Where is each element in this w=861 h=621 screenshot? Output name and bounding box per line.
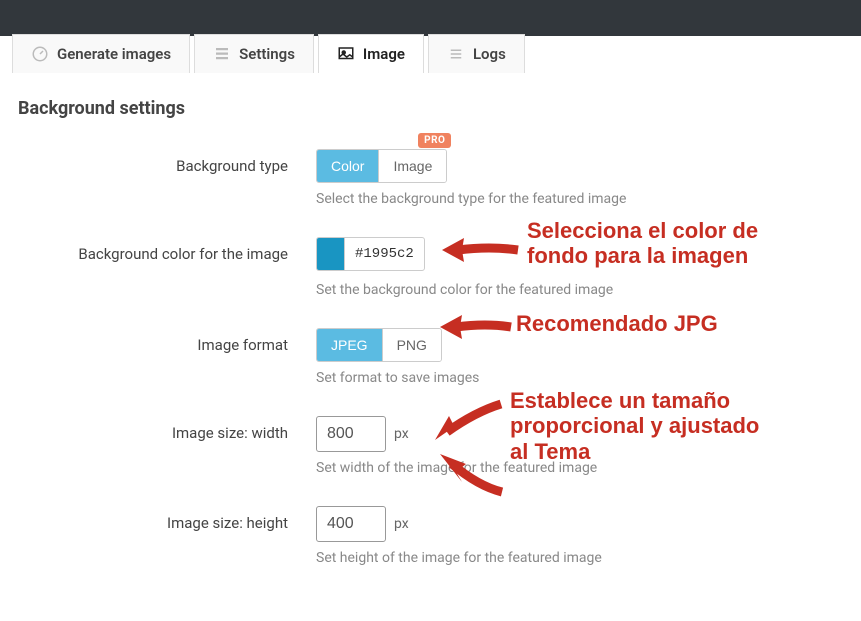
- section-heading: Background settings: [18, 98, 839, 119]
- help-image-height: Set height of the image for the featured…: [316, 550, 839, 566]
- tab-label: Generate images: [57, 45, 171, 63]
- background-type-toggle: Color Image: [316, 149, 447, 183]
- width-input[interactable]: [316, 416, 386, 452]
- help-image-width: Set width of the image for the featured …: [316, 460, 839, 476]
- tab-logs[interactable]: Logs: [428, 34, 525, 73]
- row-image-height: Image size: height px Set height of the …: [18, 506, 839, 566]
- format-jpeg-button[interactable]: JPEG: [317, 329, 383, 361]
- tab-label: Logs: [473, 45, 506, 63]
- color-picker[interactable]: #1995c2: [316, 237, 425, 271]
- tab-bar: Generate images Settings Image Logs: [0, 34, 861, 73]
- label-image-height: Image size: height: [18, 506, 316, 532]
- row-image-format: Image format JPEG PNG Set format to save…: [18, 328, 839, 386]
- row-image-width: Image size: width px Set width of the im…: [18, 416, 839, 476]
- unit-label: px: [394, 426, 409, 442]
- bg-type-image-button[interactable]: Image: [379, 150, 446, 182]
- tab-label: Settings: [239, 45, 295, 63]
- height-input[interactable]: [316, 506, 386, 542]
- list-icon: [447, 45, 465, 63]
- image-format-toggle: JPEG PNG: [316, 328, 442, 362]
- help-background-type: Select the background type for the featu…: [316, 191, 839, 207]
- tab-settings[interactable]: Settings: [194, 34, 314, 73]
- help-image-format: Set format to save images: [316, 370, 839, 386]
- gauge-icon: [31, 45, 49, 63]
- row-background-color: Background color for the image #1995c2 S…: [18, 237, 839, 298]
- row-background-type: Background type Color Image PRO Select t…: [18, 149, 839, 207]
- help-background-color: Set the background color for the feature…: [316, 282, 839, 298]
- format-png-button[interactable]: PNG: [383, 329, 441, 361]
- color-value: #1995c2: [345, 246, 424, 262]
- label-image-format: Image format: [18, 328, 316, 354]
- image-icon: [337, 45, 355, 63]
- tab-image[interactable]: Image: [318, 34, 424, 73]
- label-image-width: Image size: width: [18, 416, 316, 442]
- pro-badge: PRO: [418, 133, 451, 148]
- top-dark-bar: [0, 0, 861, 36]
- tab-generate-images[interactable]: Generate images: [12, 34, 190, 73]
- label-background-type: Background type: [18, 149, 316, 175]
- color-swatch: [317, 238, 345, 270]
- sliders-icon: [213, 45, 231, 63]
- settings-panel: Background settings Background type Colo…: [0, 73, 861, 621]
- label-background-color: Background color for the image: [18, 237, 316, 263]
- tab-label: Image: [363, 45, 405, 63]
- bg-type-color-button[interactable]: Color: [317, 150, 379, 182]
- unit-label: px: [394, 516, 409, 532]
